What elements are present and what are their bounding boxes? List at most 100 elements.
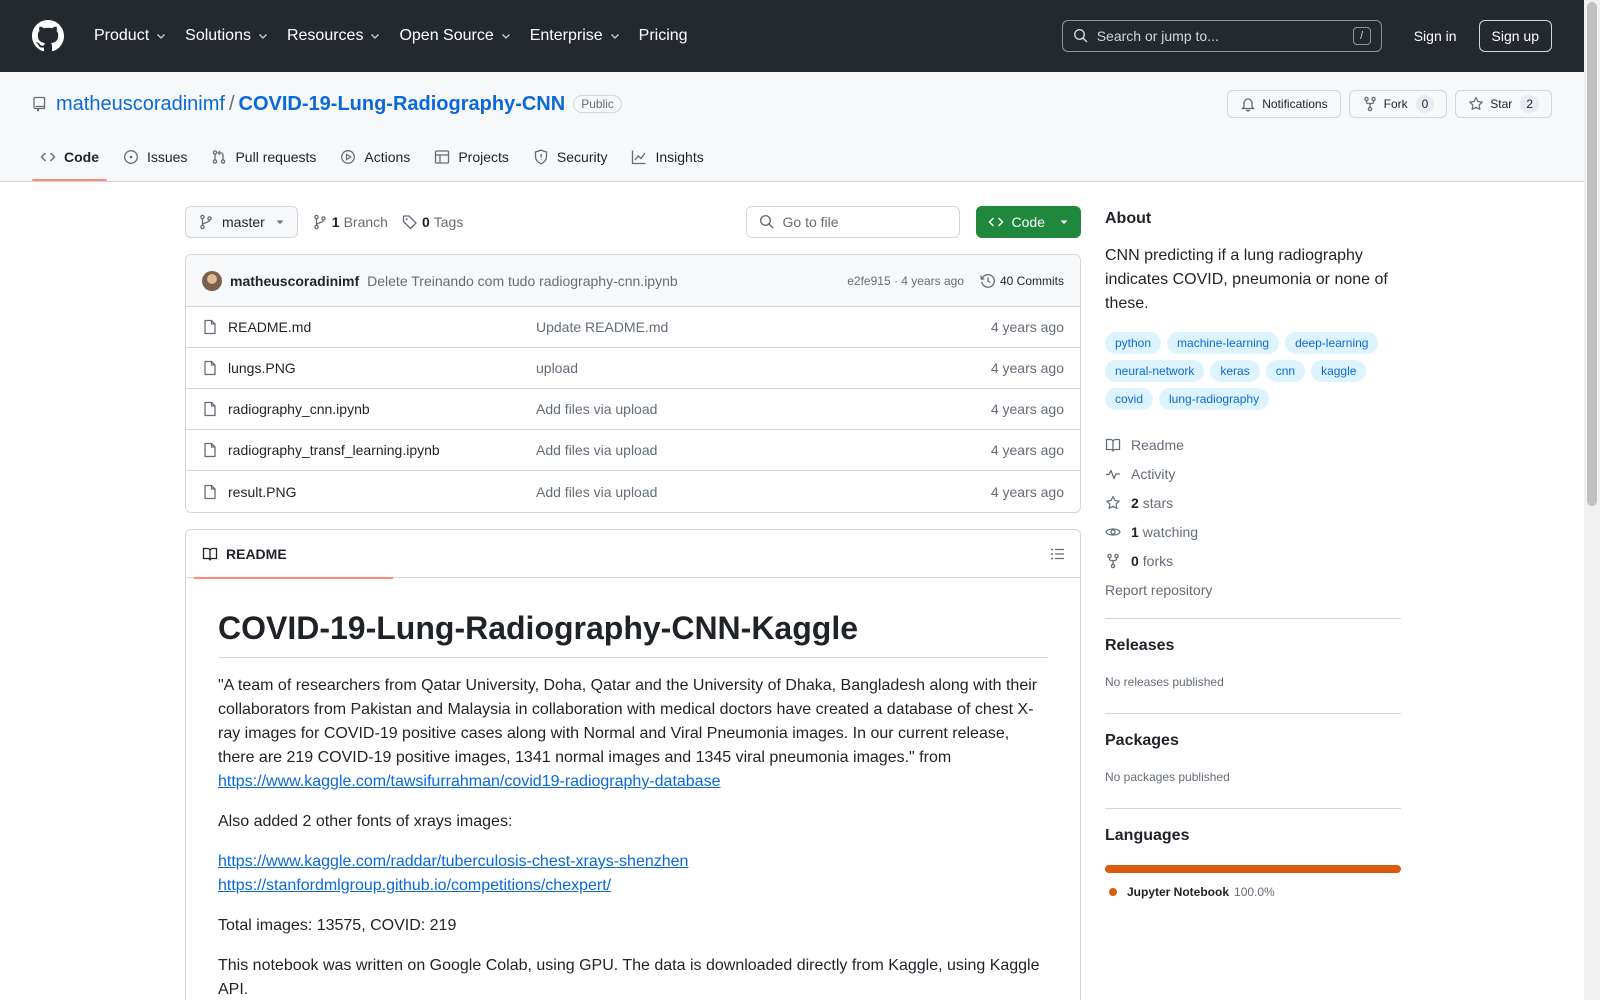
topic-tag[interactable]: neural-network: [1105, 360, 1205, 382]
bell-icon: [1241, 98, 1256, 112]
code-button-label: Code: [1011, 214, 1045, 230]
code-icon: [40, 152, 56, 162]
file-name: result.PNG: [228, 483, 297, 500]
file-commit-message[interactable]: upload: [536, 360, 991, 376]
code-dropdown-button[interactable]: Code: [975, 206, 1081, 238]
global-header: Product Solutions Resources Open Source …: [0, 0, 1584, 72]
tab-issues[interactable]: Issues: [115, 133, 195, 181]
releases-heading[interactable]: Releases: [1105, 637, 1401, 655]
repo-tabs: Code Issues Pull requests Actions Projec…: [32, 133, 720, 181]
readme-title: COVID-19-Lung-Radiography-CNN-Kaggle: [218, 610, 1048, 658]
file-date: 4 years ago: [990, 442, 1064, 458]
readme-tab-label: README: [226, 545, 287, 562]
file-commit-message[interactable]: Add files via upload: [536, 484, 991, 500]
topic-tag[interactable]: kaggle: [1311, 360, 1367, 382]
file-commit-message[interactable]: Add files via upload: [536, 442, 991, 458]
search-input[interactable]: Search or jump to... /: [1061, 20, 1382, 52]
commit-hash-time[interactable]: e2fe915 · 4 years ago: [847, 274, 964, 288]
commit-message-link[interactable]: Delete Treinando com tudo radiography-cn…: [367, 273, 678, 289]
nav-product[interactable]: Product: [86, 21, 175, 51]
nav-pricing[interactable]: Pricing: [631, 21, 696, 51]
tab-pull-requests-label: Pull requests: [235, 149, 317, 165]
topic-tag[interactable]: python: [1105, 332, 1162, 354]
commits-count-label: 40 Commits: [999, 273, 1064, 288]
readme-links: https://www.kaggle.com/raddar/tuberculos…: [218, 850, 1048, 898]
kaggle-dataset-link[interactable]: https://www.kaggle.com/tawsifurrahman/co…: [218, 773, 720, 790]
nav-solutions-label: Solutions: [185, 27, 251, 44]
language-item[interactable]: Jupyter Notebook 100.0%: [1105, 885, 1401, 899]
table-icon: [435, 150, 450, 164]
file-name: README.md: [228, 319, 312, 335]
file-date: 4 years ago: [990, 483, 1064, 500]
topic-tag[interactable]: lung-radiography: [1159, 388, 1270, 410]
packages-heading[interactable]: Packages: [1105, 732, 1401, 750]
tab-insights[interactable]: Insights: [623, 133, 711, 181]
shenzhen-dataset-link[interactable]: https://www.kaggle.com/raddar/tuberculos…: [218, 853, 688, 870]
topic-tag[interactable]: machine-learning: [1167, 332, 1280, 354]
search-shortcut-key: /: [1352, 27, 1371, 45]
file-name-link[interactable]: result.PNG: [202, 484, 536, 500]
forks-link[interactable]: 0 forks: [1105, 546, 1401, 575]
file-commit-message[interactable]: Add files via upload: [536, 401, 991, 417]
readme-link[interactable]: Readme: [1105, 430, 1401, 459]
file-name-link[interactable]: radiography_cnn.ipynb: [202, 401, 536, 417]
tab-issues-label: Issues: [147, 149, 188, 165]
topic-tag[interactable]: keras: [1210, 360, 1260, 382]
file-commit-message[interactable]: Update README.md: [536, 319, 991, 335]
nav-enterprise[interactable]: Enterprise: [522, 21, 629, 51]
sign-up-button[interactable]: Sign up: [1478, 20, 1552, 52]
page-scrollbar[interactable]: [1584, 0, 1600, 1000]
readme-tab[interactable]: README: [194, 530, 393, 579]
topic-tag[interactable]: deep-learning: [1285, 332, 1379, 354]
stars-count: 2: [1131, 494, 1139, 511]
commits-history-link[interactable]: 40 Commits: [980, 273, 1064, 289]
report-repository-link[interactable]: Report repository: [1105, 575, 1401, 604]
nav-product-label: Product: [94, 27, 150, 44]
star-button[interactable]: Star 2: [1455, 90, 1552, 118]
tab-code-label: Code: [64, 149, 99, 165]
file-date: 4 years ago: [990, 360, 1064, 376]
file-name-link[interactable]: README.md: [202, 319, 536, 335]
sign-in-link[interactable]: Sign in: [1406, 22, 1465, 50]
tab-security[interactable]: Security: [525, 133, 616, 181]
avatar[interactable]: [202, 270, 222, 291]
readme-header: README: [186, 530, 1080, 579]
watchers-link[interactable]: 1 watching: [1105, 517, 1401, 546]
outline-button[interactable]: [1044, 540, 1072, 568]
table-row: result.PNG Add files via upload 4 years …: [186, 471, 1080, 512]
tab-actions[interactable]: Actions: [332, 133, 418, 181]
nav-open-source-label: Open Source: [399, 27, 494, 44]
topic-tag[interactable]: covid: [1105, 388, 1154, 410]
branch-selector[interactable]: master: [185, 206, 298, 238]
nav-resources-label: Resources: [286, 27, 364, 44]
branches-link[interactable]: 1 Branch: [312, 214, 388, 230]
commit-author-link[interactable]: matheuscoradinimf: [230, 273, 359, 289]
tag-count-label: Tags: [433, 214, 464, 230]
tab-code[interactable]: Code: [32, 133, 107, 181]
file-name-link[interactable]: radiography_transf_learning.ipynb: [202, 442, 536, 458]
nav-resources[interactable]: Resources: [279, 21, 389, 51]
tab-projects[interactable]: Projects: [426, 133, 517, 181]
github-logo-icon[interactable]: [32, 20, 64, 52]
tags-link[interactable]: 0 Tags: [402, 214, 463, 230]
chexpert-link[interactable]: https://stanfordmlgroup.github.io/compet…: [218, 877, 611, 894]
branch-count-label: Branch: [343, 214, 388, 230]
nav-open-source[interactable]: Open Source: [391, 21, 519, 51]
scrollbar-thumb[interactable]: [1587, 2, 1597, 506]
repo-title: matheuscoradinimf / COVID-19-Lung-Radiog…: [32, 93, 622, 116]
file-name-link[interactable]: lungs.PNG: [202, 360, 536, 376]
notifications-button[interactable]: Notifications: [1227, 90, 1341, 118]
readme-paragraph-text: "A team of researchers from Qatar Univer…: [218, 677, 1038, 766]
repo-name-link[interactable]: COVID-19-Lung-Radiography-CNN: [239, 93, 566, 116]
table-row: radiography_transf_learning.ipynb Add fi…: [186, 430, 1080, 471]
repo-owner-link[interactable]: matheuscoradinimf: [56, 93, 225, 116]
activity-link[interactable]: Activity: [1105, 459, 1401, 488]
fork-button[interactable]: Fork 0: [1348, 90, 1448, 118]
nav-solutions[interactable]: Solutions: [177, 21, 277, 51]
topic-tag[interactable]: cnn: [1265, 360, 1306, 382]
go-to-file-input[interactable]: Go to file: [745, 206, 960, 238]
stars-label: stars: [1142, 494, 1174, 511]
stars-link[interactable]: 2 stars: [1105, 488, 1401, 517]
tab-pull-requests[interactable]: Pull requests: [203, 133, 324, 181]
issue-icon: [124, 150, 138, 164]
